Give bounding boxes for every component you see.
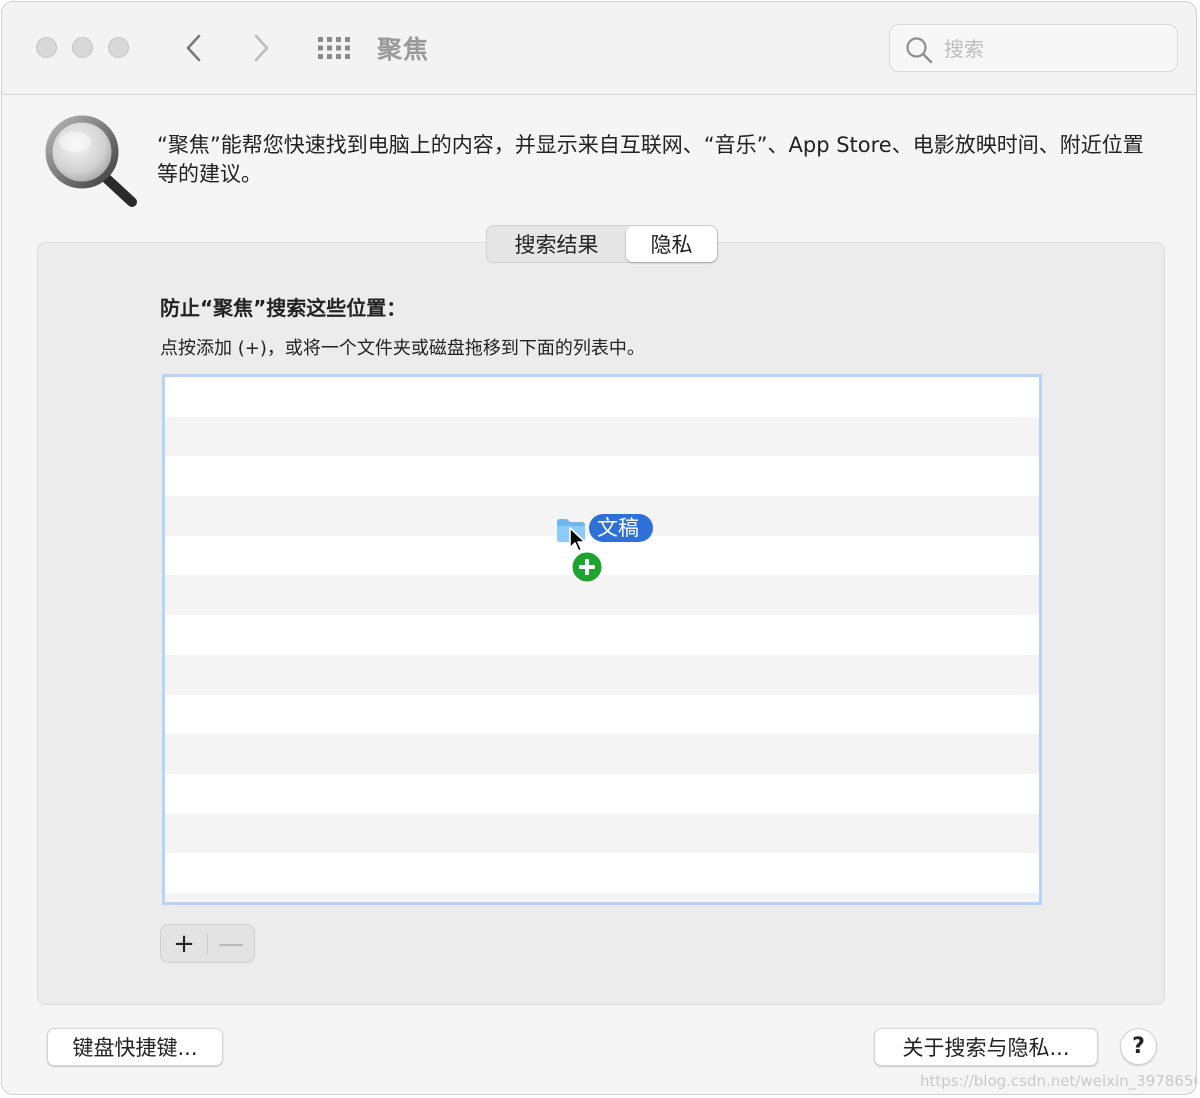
list-row: [165, 734, 1039, 774]
list-row: [165, 615, 1039, 655]
add-location-button[interactable]: +: [161, 925, 207, 962]
search-input[interactable]: [942, 34, 1166, 64]
title-bar: 聚焦: [2, 2, 1196, 95]
grid-icon: [318, 37, 350, 59]
privacy-heading: 防止“聚焦”搜索这些位置：: [160, 296, 407, 320]
close-window-button[interactable]: [36, 37, 57, 58]
excluded-locations-list[interactable]: [162, 374, 1042, 905]
privacy-instruction: 点按添加 (+)，或将一个文件夹或磁盘拖移到下面的列表中。: [160, 338, 645, 359]
add-remove-control: + —: [160, 924, 255, 963]
watermark: https://blog.csdn.net/weixin_39786569: [920, 1072, 1197, 1090]
search-icon: [906, 37, 933, 64]
list-row: [165, 377, 1039, 417]
window-title: 聚焦: [377, 35, 430, 64]
zoom-window-button[interactable]: [108, 37, 129, 58]
list-row: [165, 892, 1039, 902]
dragged-folder-label: 文稿: [589, 514, 653, 542]
list-row: [165, 456, 1039, 496]
back-button[interactable]: [176, 30, 212, 66]
list-row: [165, 813, 1039, 854]
tab-control: 搜索结果 隐私: [486, 225, 718, 263]
add-badge-icon: [570, 550, 604, 584]
show-all-button[interactable]: [316, 33, 352, 63]
help-button[interactable]: ?: [1120, 1028, 1157, 1065]
preferences-window: 聚焦 “聚焦”能帮您快速找到电脑上的内容，并显示来自互联网、“音乐”、App: [1, 1, 1197, 1095]
spotlight-description: “聚焦”能帮您快速找到电脑上的内容，并显示来自互联网、“音乐”、App Stor…: [157, 133, 1144, 186]
about-search-privacy-button[interactable]: 关于搜索与隐私...: [874, 1028, 1098, 1066]
chevron-left-icon: [186, 34, 201, 62]
dragged-folder[interactable]: 文稿: [556, 514, 666, 586]
spotlight-magnifier-icon: [45, 115, 137, 207]
list-row: [165, 695, 1039, 735]
list-row: [165, 654, 1039, 695]
tab-privacy[interactable]: 隐私: [626, 226, 717, 262]
keyboard-shortcuts-button[interactable]: 键盘快捷键...: [47, 1028, 223, 1066]
list-row: [165, 774, 1039, 814]
list-row: [165, 853, 1039, 893]
chevron-right-icon: [254, 34, 269, 62]
search-field[interactable]: [889, 24, 1178, 72]
list-row: [165, 416, 1039, 457]
remove-location-button[interactable]: —: [208, 925, 254, 962]
tab-search-results[interactable]: 搜索结果: [487, 226, 626, 262]
forward-button[interactable]: [243, 30, 279, 66]
minimize-window-button[interactable]: [72, 37, 93, 58]
